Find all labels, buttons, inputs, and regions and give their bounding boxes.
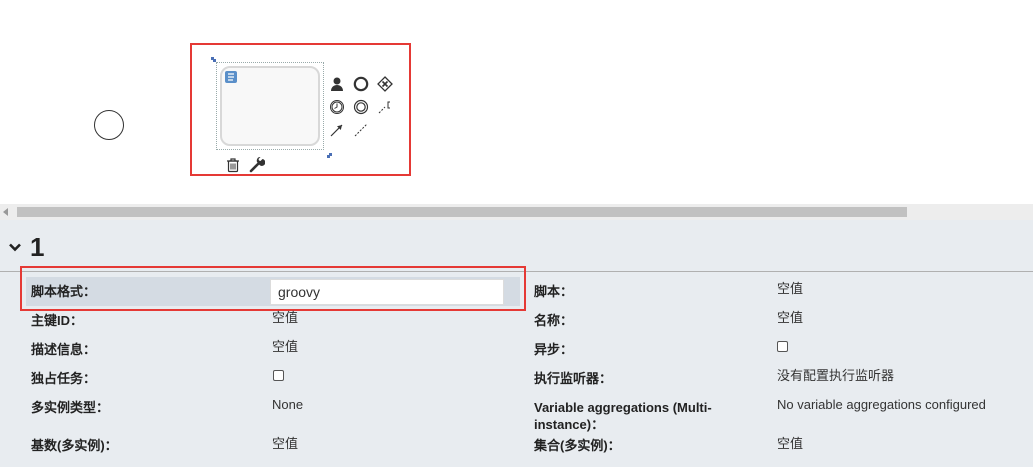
listeners-label: 执行监听器：: [534, 371, 613, 386]
panel-title: 1: [30, 231, 45, 262]
name-label: 名称：: [534, 313, 574, 328]
exclusive-label: 独占任务：: [31, 371, 97, 386]
intermediate-timer-icon[interactable]: [328, 98, 346, 116]
variable-aggregations-label-line1: Variable aggregations (Multi-: [534, 400, 712, 415]
script-label: 脚本：: [534, 284, 574, 299]
start-event[interactable]: [94, 110, 124, 140]
end-event-icon[interactable]: [352, 75, 370, 93]
collection-value[interactable]: 空值: [777, 435, 803, 452]
script-format-input[interactable]: groovy: [270, 279, 504, 305]
name-value[interactable]: 空值: [777, 309, 803, 326]
properties-header[interactable]: 1: [8, 232, 44, 262]
multi-instance-type-value[interactable]: None: [272, 396, 303, 413]
cardinality-label: 基数(多实例)：: [31, 438, 118, 453]
script-value[interactable]: 空值: [777, 280, 803, 297]
association-icon[interactable]: [352, 121, 370, 139]
selection-handle[interactable]: [329, 153, 332, 156]
horizontal-scrollbar[interactable]: [0, 204, 1033, 220]
script-task-icon: [224, 70, 238, 84]
delete-icon[interactable]: [224, 156, 242, 174]
diagram-canvas[interactable]: [0, 0, 1033, 204]
chevron-down-icon[interactable]: [8, 240, 22, 254]
id-label: 主键ID：: [31, 313, 84, 328]
collection-label: 集合(多实例)：: [534, 438, 621, 453]
variable-aggregations-label-line2: instance)：: [534, 417, 605, 432]
variable-aggregations-value[interactable]: No variable aggregations configured: [777, 396, 986, 413]
listeners-value[interactable]: 没有配置执行监听器: [777, 367, 894, 384]
gateway-icon[interactable]: [376, 75, 394, 93]
user-task-icon[interactable]: [328, 75, 346, 93]
script-format-label: 脚本格式：: [31, 284, 97, 299]
async-label: 异步：: [534, 342, 574, 357]
exclusive-checkbox[interactable]: [273, 370, 284, 381]
id-value[interactable]: 空值: [272, 309, 298, 326]
multi-instance-type-label: 多实例类型：: [31, 400, 110, 415]
async-checkbox[interactable]: [777, 341, 788, 352]
wrench-icon[interactable]: [248, 156, 266, 174]
scrollbar-thumb[interactable]: [17, 207, 907, 217]
sequence-flow-icon[interactable]: [328, 121, 346, 139]
properties-panel: [0, 220, 1033, 467]
intermediate-event-icon[interactable]: [352, 98, 370, 116]
cardinality-value[interactable]: 空值: [272, 435, 298, 452]
annotation-icon[interactable]: [376, 98, 394, 116]
scroll-left-icon[interactable]: [3, 208, 8, 216]
documentation-value[interactable]: 空值: [272, 338, 298, 355]
documentation-label: 描述信息：: [31, 342, 97, 357]
